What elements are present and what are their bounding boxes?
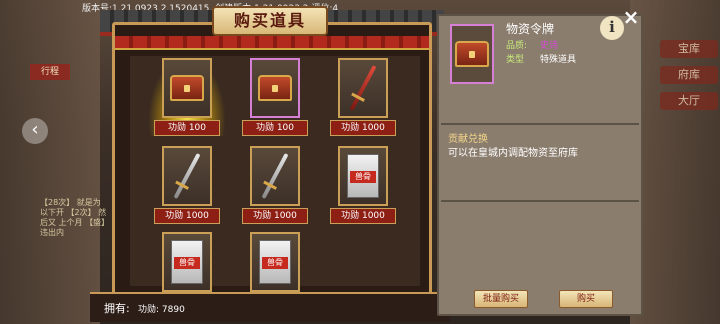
item-grid: 功勋 100 功勋 100 功勋 1000 功勋 1000 功勋 1000 兽骨… xyxy=(130,56,420,292)
shop-item[interactable]: 功勋 1000 xyxy=(330,58,396,138)
shop-title: 购买道具 xyxy=(212,6,328,36)
back-arrow-icon[interactable]: ‹ xyxy=(22,118,48,144)
background-label: 府库 xyxy=(660,66,718,84)
sword-icon xyxy=(173,152,201,200)
shop-item[interactable]: 兽骨 功勋 1000 xyxy=(330,146,396,226)
detail-item-frame xyxy=(450,24,494,84)
divider xyxy=(441,200,639,202)
red-sword-icon xyxy=(349,64,377,112)
item-price: 功勋 1000 xyxy=(154,208,220,224)
background-label: 大厅 xyxy=(660,92,718,110)
divider xyxy=(441,123,639,125)
shop-item[interactable]: 功勋 1000 xyxy=(154,146,220,226)
shop-curtain xyxy=(115,36,429,50)
sword-icon xyxy=(261,152,289,200)
item-price: 功勋 1000 xyxy=(330,120,396,136)
item-description: 可以在皇城内调配物资至府库 xyxy=(448,148,578,159)
quality-value: 史诗 xyxy=(540,41,559,51)
section-title: 贡献兑换 xyxy=(448,134,488,145)
owned-label: 拥有: xyxy=(104,302,130,315)
batch-buy-button[interactable]: 批量购买 xyxy=(474,290,528,308)
chest-icon xyxy=(258,75,292,101)
book-icon: 兽骨 xyxy=(347,154,379,198)
shop-item[interactable]: 功勋 100 xyxy=(148,56,226,138)
book-icon: 兽骨 xyxy=(259,240,291,284)
owned-bar: 拥有: 功勋: 7890 xyxy=(90,292,450,322)
book-icon: 兽骨 xyxy=(171,240,203,284)
background-left-panel xyxy=(0,0,100,324)
chest-icon xyxy=(170,75,204,101)
shop-item[interactable]: 功勋 100 xyxy=(242,58,308,138)
type-value: 特殊道具 xyxy=(540,55,577,65)
quality-label: 品质: xyxy=(506,41,528,51)
background-tab: 行程 xyxy=(30,64,70,80)
item-name: 物资令牌 xyxy=(506,22,555,36)
item-price: 功勋 100 xyxy=(154,120,220,136)
item-price: 功勋 100 xyxy=(242,120,308,136)
background-chat: 【28次】 就是为 以下开 【2次】 然后又 上个月 【盛】 违出内 xyxy=(40,198,110,237)
item-price: 功勋 1000 xyxy=(242,208,308,224)
type-label: 类型 xyxy=(506,55,525,65)
chest-icon xyxy=(455,41,489,67)
background-label: 宝库 xyxy=(660,40,718,58)
buy-button[interactable]: 购买 xyxy=(559,290,613,308)
owned-currency-value: 功勋: 7890 xyxy=(138,305,185,315)
close-icon[interactable]: × xyxy=(621,7,641,28)
item-price: 功勋 1000 xyxy=(330,208,396,224)
shop-item[interactable]: 功勋 1000 xyxy=(242,146,308,226)
